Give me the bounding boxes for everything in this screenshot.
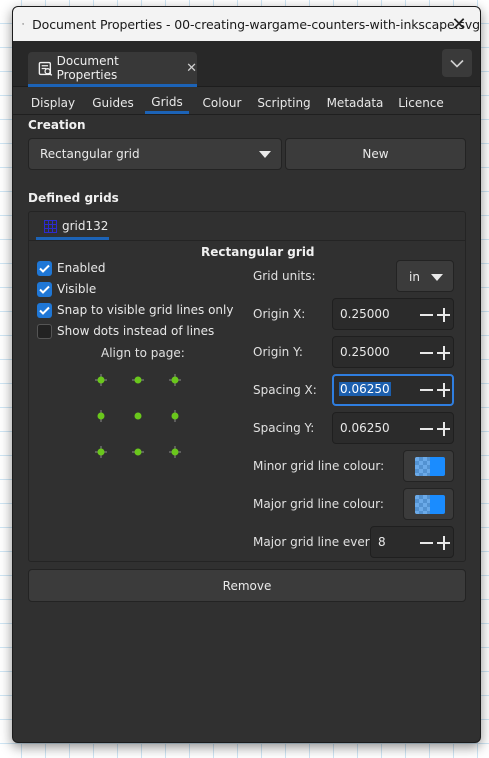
document-properties-window: Document Properties - 00-creating-wargam… xyxy=(12,6,481,743)
visible-label: Visible xyxy=(57,282,97,296)
enabled-label: Enabled xyxy=(57,261,106,275)
inkscape-app-icon xyxy=(22,23,24,25)
major-grid-every-spinbutton[interactable]: 8 xyxy=(370,526,454,558)
decrement-icon[interactable] xyxy=(420,542,433,544)
origin-x-label: Origin X: xyxy=(253,307,306,321)
grid-icon xyxy=(44,219,57,233)
enabled-checkbox[interactable]: Enabled xyxy=(37,259,106,277)
align-middle-right-anchor[interactable] xyxy=(168,409,182,423)
title-bar: Document Properties - 00-creating-wargam… xyxy=(13,7,480,41)
dock-tab-document-properties[interactable]: Document Properties ✕ xyxy=(28,52,197,87)
grid-tab-divider xyxy=(29,240,465,241)
decrement-icon[interactable] xyxy=(420,352,433,354)
rectangular-grid-heading: Rectangular grid xyxy=(201,245,315,259)
grid-units-label: Grid units: xyxy=(253,269,316,283)
checkbox-checked-icon xyxy=(37,302,52,318)
spacing-y-spinbutton[interactable]: 0.06250 xyxy=(332,412,454,444)
grid-units-value: in xyxy=(409,270,420,284)
document-properties-icon xyxy=(38,61,53,76)
minor-grid-colour-label: Minor grid line colour: xyxy=(253,459,385,473)
caret-down-icon xyxy=(259,151,271,158)
checkbox-checked-icon xyxy=(37,260,52,276)
align-middle-left-anchor[interactable] xyxy=(94,409,108,423)
origin-x-value: 0.25000 xyxy=(340,307,390,321)
dock-tab-bar: Document Properties ✕ xyxy=(13,41,480,87)
tab-metadata[interactable]: Metadata xyxy=(322,92,388,114)
decrement-icon[interactable] xyxy=(420,314,433,316)
tab-licence[interactable]: Licence xyxy=(395,92,447,114)
dock-tab-label: Document Properties xyxy=(56,54,119,82)
spacing-y-label: Spacing Y: xyxy=(253,421,315,435)
close-window-button[interactable]: ✕ xyxy=(448,13,470,35)
grid-units-select[interactable]: in xyxy=(396,260,454,292)
tab-display[interactable]: Display xyxy=(27,92,79,114)
major-grid-colour-label: Major grid line colour: xyxy=(253,497,384,511)
align-top-right-anchor[interactable] xyxy=(168,373,182,387)
grid-tab-label: grid132 xyxy=(62,219,109,233)
show-dots-label: Show dots instead of lines xyxy=(57,324,215,338)
minor-grid-colour-button[interactable] xyxy=(403,450,454,482)
increment-icon-stem xyxy=(442,346,445,360)
major-grid-every-value: 8 xyxy=(378,535,386,549)
decrement-icon[interactable] xyxy=(420,428,433,430)
align-top-center-anchor[interactable] xyxy=(131,373,145,387)
origin-x-spinbutton[interactable]: 0.25000 xyxy=(332,298,454,330)
grid-type-select[interactable]: Rectangular grid xyxy=(28,138,282,170)
grid-type-value: Rectangular grid xyxy=(40,147,140,161)
visible-checkbox[interactable]: Visible xyxy=(37,280,96,298)
tab-colour[interactable]: Colour xyxy=(197,92,247,114)
creation-heading: Creation xyxy=(28,118,86,132)
align-bottom-left-anchor[interactable] xyxy=(94,445,108,459)
tab-scripting[interactable]: Scripting xyxy=(254,92,314,114)
checkbox-unchecked-icon xyxy=(37,323,52,339)
close-tab-icon[interactable]: ✕ xyxy=(186,61,197,76)
decrement-icon[interactable] xyxy=(420,389,433,391)
major-colour-swatch xyxy=(415,495,445,514)
checkbox-checked-icon xyxy=(37,281,52,297)
spacing-x-value[interactable]: 0.06250 xyxy=(339,382,391,396)
defined-grids-heading: Defined grids xyxy=(28,191,119,205)
remove-grid-button[interactable]: Remove xyxy=(28,569,466,602)
major-grid-colour-button[interactable] xyxy=(403,488,454,520)
align-bottom-right-anchor[interactable] xyxy=(168,445,182,459)
tab-grids[interactable]: Grids xyxy=(145,92,189,114)
notebook-tabs: Display Guides Grids Colour Scripting Me… xyxy=(13,89,480,115)
origin-y-value: 0.25000 xyxy=(340,345,390,359)
spacing-x-label: Spacing X: xyxy=(253,383,317,397)
increment-icon-stem xyxy=(442,308,445,322)
origin-y-spinbutton[interactable]: 0.25000 xyxy=(332,336,454,368)
tab-guides[interactable]: Guides xyxy=(87,92,139,114)
new-grid-button[interactable]: New xyxy=(285,138,466,170)
align-to-page-label: Align to page: xyxy=(101,346,185,360)
window-title: Document Properties - 00-creating-wargam… xyxy=(32,16,480,32)
increment-icon-stem xyxy=(442,422,445,436)
new-grid-label: New xyxy=(362,147,389,161)
chevron-down-icon xyxy=(450,59,464,68)
origin-y-label: Origin Y: xyxy=(253,345,303,359)
snap-visible-lines-checkbox[interactable]: Snap to visible grid lines only xyxy=(37,301,233,319)
increment-icon-stem xyxy=(442,536,445,550)
grid-tab-grid132[interactable]: grid132 xyxy=(36,215,109,240)
align-top-left-anchor[interactable] xyxy=(94,373,108,387)
caret-down-icon xyxy=(431,274,443,281)
minor-colour-swatch xyxy=(415,457,445,476)
spacing-x-spinbutton[interactable]: 0.06250 xyxy=(332,374,454,406)
spacing-y-value: 0.06250 xyxy=(340,421,390,435)
align-bottom-center-anchor[interactable] xyxy=(131,445,145,459)
major-grid-every-label: Major grid line every: xyxy=(253,535,380,549)
show-dots-checkbox[interactable]: Show dots instead of lines xyxy=(37,322,214,340)
snap-visible-lines-label: Snap to visible grid lines only xyxy=(57,303,234,317)
increment-icon-stem xyxy=(442,383,445,397)
align-center-anchor[interactable] xyxy=(131,409,145,423)
dock-menu-button[interactable] xyxy=(442,49,472,77)
close-icon: ✕ xyxy=(451,13,467,35)
remove-grid-label: Remove xyxy=(222,578,272,593)
